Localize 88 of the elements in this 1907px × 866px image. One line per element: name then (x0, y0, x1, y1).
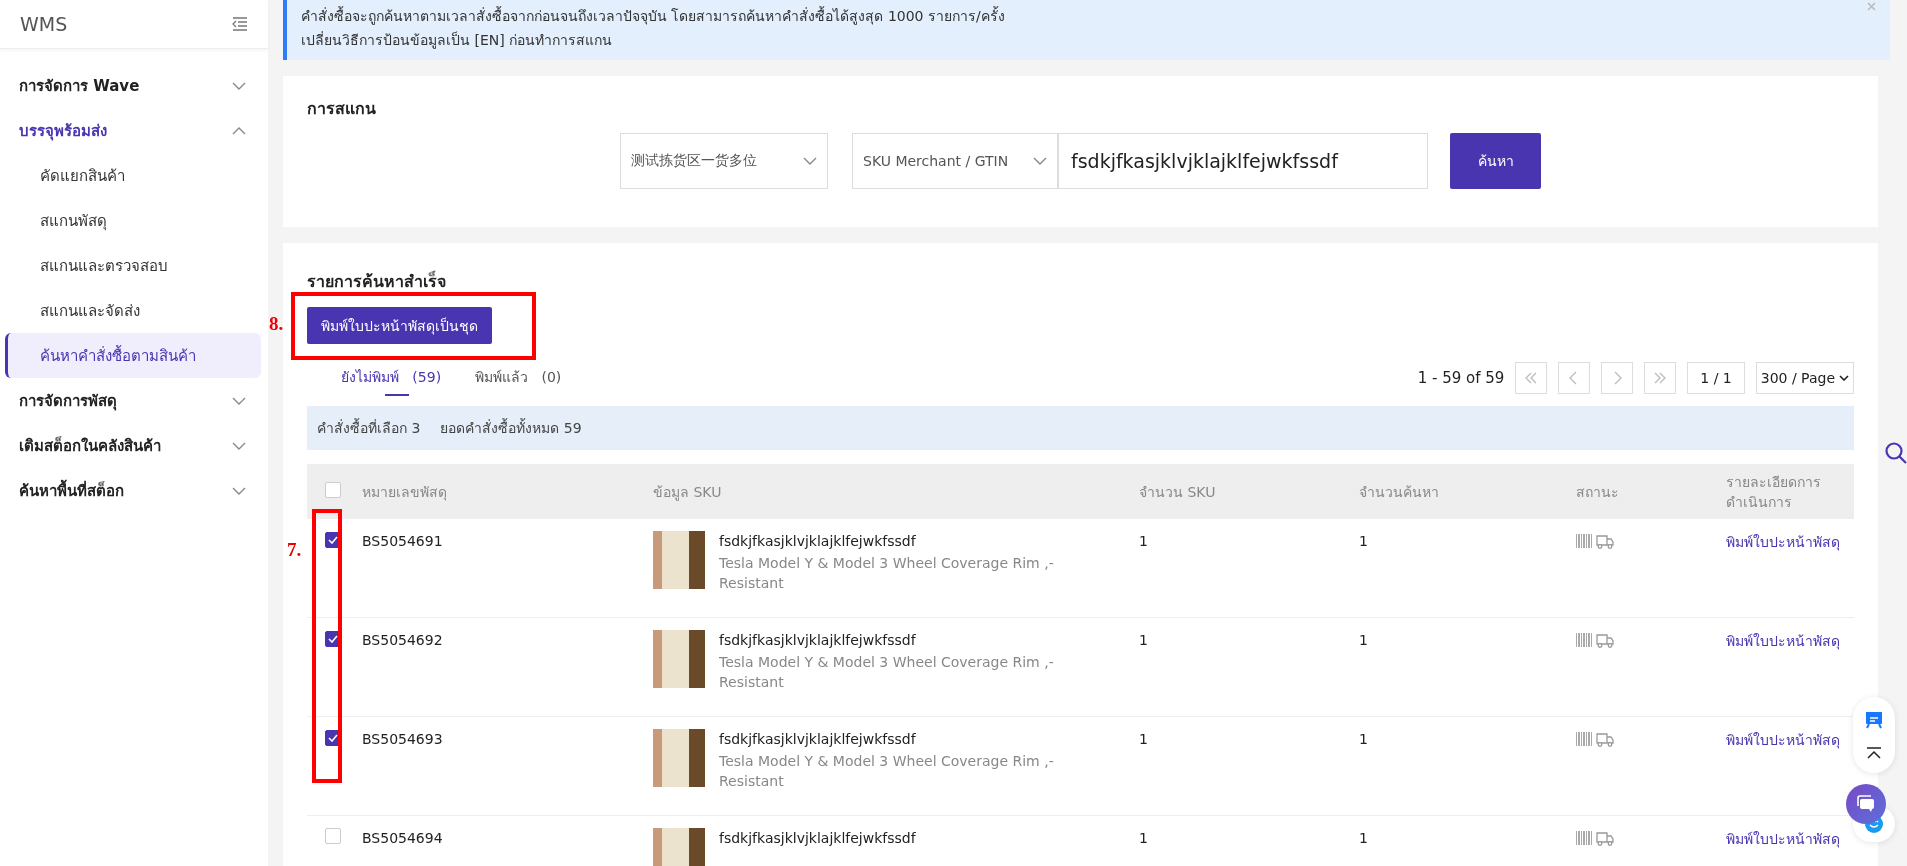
chevron-up-icon (232, 126, 246, 135)
parcel-number: BS5054693 (362, 730, 444, 749)
sku-quantity: 1 (1139, 532, 1149, 551)
sidebar-item[interactable]: ค้นหาคำสั่งซื้อตามสินค้า (5, 333, 261, 378)
sidebar-item[interactable]: สแกนพัสดุ (5, 198, 261, 243)
annotation-label: 7. (287, 539, 302, 561)
truck-icon (1596, 831, 1614, 846)
search-quantity: 1 (1359, 829, 1369, 848)
sidebar-item[interactable]: คัดแยกสินค้า (5, 153, 261, 198)
app-logo: WMS (20, 13, 68, 35)
photo-placeholder (653, 729, 705, 787)
scan-input[interactable]: fsdkjfkasjklvjklajklfejwkfssdf (1058, 133, 1428, 189)
chevron-down-icon (232, 441, 246, 450)
sku-code: fsdkjfkasjklvjklajklfejwkfssdf (719, 532, 916, 551)
sidebar-group[interactable]: บรรจุพร้อมส่ง (0, 108, 268, 153)
caret-down-icon (1839, 375, 1849, 381)
print-label-link[interactable]: พิมพ์ใบปะหน้าพัสดุ (1726, 831, 1840, 847)
status-tab[interactable]: พิมพ์แล้ว (0) (475, 360, 562, 396)
sku-quantity: 1 (1139, 829, 1149, 848)
print-label-link[interactable]: พิมพ์ใบปะหน้าพัสดุ (1726, 633, 1840, 649)
info-text: เปลี่ยนวิธีการป้อนข้อมูลเป็น [EN] ก่อนทำการสแกน (301, 30, 613, 51)
barcode-icon (1576, 633, 1592, 647)
chevron-down-icon (803, 157, 817, 165)
column-header: จำนวน SKU (1139, 482, 1217, 502)
search-icon[interactable] (1885, 442, 1907, 466)
barcode-icon (1576, 732, 1592, 746)
sku-code: fsdkjfkasjklvjklajklfejwkfssdf (719, 730, 916, 749)
chat-icon (1856, 795, 1876, 813)
board-icon[interactable] (1865, 711, 1883, 729)
column-header: ข้อมูล SKU (653, 482, 723, 502)
parcel-number: BS5054694 (362, 829, 444, 848)
sidebar-group[interactable]: เติมสต็อกในคลังสินค้า (0, 423, 268, 468)
search-quantity: 1 (1359, 631, 1369, 650)
double-chevron-right-icon (1653, 371, 1668, 385)
section-title: การสแกน (307, 98, 377, 120)
page-indicator[interactable]: 1 / 1 (1687, 362, 1745, 394)
section-title: รายการค้นหาสำเร็จ (307, 269, 447, 293)
warehouse-select[interactable]: 测试拣货区一货多位 (620, 133, 828, 189)
truck-icon (1596, 534, 1614, 549)
sku-code: fsdkjfkasjklvjklajklfejwkfssdf (719, 631, 916, 650)
batch-print-button[interactable]: พิมพ์ใบปะหน้าพัสดุเป็นชุด (307, 307, 492, 344)
truck-icon (1596, 732, 1614, 747)
sku-name: Tesla Model Y & Model 3 Wheel Coverage Rim ,-Resistant (719, 752, 1055, 791)
sidebar-item[interactable]: สแกนและจัดส่ง (5, 288, 261, 333)
sidebar-group[interactable]: การจัดการ Wave (0, 63, 268, 108)
status-tab[interactable]: ยังไม่พิมพ์ (59) (341, 360, 442, 396)
check-icon (328, 635, 338, 643)
column-header: สถานะ (1576, 482, 1620, 502)
barcode-icon (1576, 534, 1592, 548)
check-icon (328, 734, 338, 742)
chevron-down-icon (1033, 157, 1047, 165)
print-label-link[interactable]: พิมพ์ใบปะหน้าพัสดุ (1726, 534, 1840, 550)
sku-code: fsdkjfkasjklvjklajklfejwkfssdf (719, 829, 916, 848)
sku-name: Tesla Model Y & Model 3 Wheel Coverage Rim ,-Resistant (719, 653, 1055, 692)
sku-quantity: 1 (1139, 631, 1149, 650)
back-to-top-icon[interactable] (1866, 747, 1882, 759)
sidebar-group[interactable]: การจัดการพัสดุ (0, 378, 268, 423)
parcel-number: BS5054692 (362, 631, 444, 650)
chevron-down-icon (232, 486, 246, 495)
page-size-select[interactable]: 300 / Page (1755, 362, 1854, 394)
truck-icon (1596, 633, 1614, 648)
collapse-menu-icon[interactable] (232, 17, 248, 31)
sidebar-item[interactable]: สแกนและตรวจสอบ (5, 243, 261, 288)
sku-name: Tesla Model Y & Model 3 Wheel Coverage Rim ,-Resistant (719, 554, 1055, 593)
sku-quantity: 1 (1139, 730, 1149, 749)
barcode-icon (1576, 831, 1592, 845)
chevron-down-icon (232, 396, 246, 405)
search-button[interactable]: ค้นหา (1450, 133, 1541, 189)
page-range: 1 - 59 of 59 (1417, 369, 1505, 387)
print-label-link[interactable]: พิมพ์ใบปะหน้าพัสดุ (1726, 732, 1840, 748)
select-all-checkbox[interactable] (325, 482, 341, 498)
summary-text: ยอดคำสั่งซื้อทั้งหมด 59 (440, 417, 582, 438)
search-quantity: 1 (1359, 730, 1369, 749)
summary-text: คำสั่งซื้อที่เลือก 3 (317, 417, 421, 438)
column-header: หมายเลขพัสดุ (362, 482, 448, 502)
parcel-number: BS5054691 (362, 532, 444, 551)
photo-placeholder (653, 531, 705, 589)
chevron-down-icon (232, 81, 246, 90)
photo-placeholder (653, 630, 705, 688)
search-type-select[interactable]: SKU Merchant / GTIN (852, 133, 1058, 189)
search-quantity: 1 (1359, 532, 1369, 551)
sidebar-group[interactable]: ค้นหาพื้นที่สต็อก (0, 468, 268, 513)
double-chevron-left-icon (1524, 371, 1539, 385)
check-icon (328, 536, 338, 544)
info-text: คำสั่งซื้อจะถูกค้นหาตามเวลาสั่งซื้อจากก่อนจนถึงเวลาปัจจุบัน โดยสามารถค้นหาคำสั่งซื้อได้สูงสุด 1000 รายการ/ครั้ง (301, 5, 1005, 27)
column-header: รายละเอียดการดำเนินการ (1726, 472, 1822, 512)
column-header: จำนวนค้นหา (1359, 482, 1440, 502)
annotation-label: 8. (269, 313, 284, 335)
